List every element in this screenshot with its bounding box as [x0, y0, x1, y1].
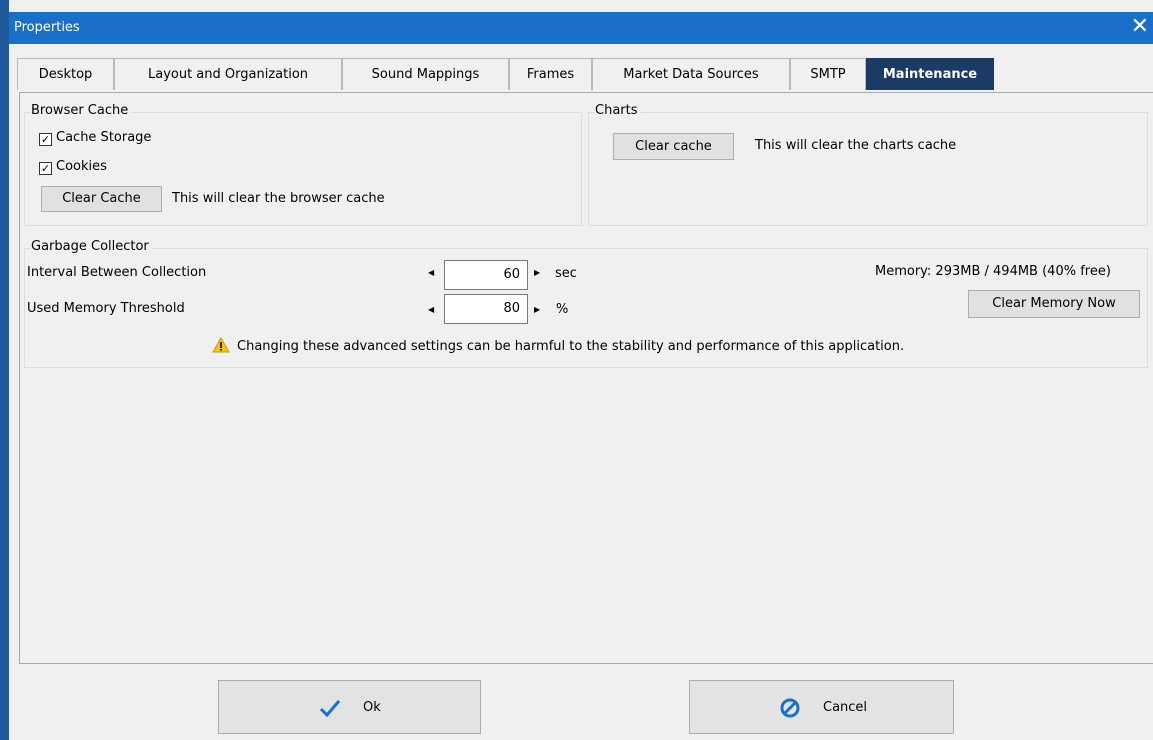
- interval-input[interactable]: 60: [444, 260, 528, 290]
- charts-title: Charts: [595, 103, 641, 118]
- clear-memory-now-button[interactable]: Clear Memory Now: [968, 290, 1140, 318]
- tab-frames[interactable]: Frames: [509, 58, 592, 90]
- title-bar: Properties ✕: [9, 12, 1153, 44]
- warning-text: Changing these advanced settings can be …: [237, 339, 905, 354]
- tab-layout-and-organization[interactable]: Layout and Organization: [114, 58, 342, 90]
- browser-cache-title: Browser Cache: [31, 103, 132, 118]
- tab-sound-mappings[interactable]: Sound Mappings: [342, 58, 509, 90]
- cancel-label: Cancel: [823, 700, 868, 715]
- threshold-unit: %: [556, 302, 569, 317]
- threshold-input[interactable]: 80: [444, 294, 528, 324]
- ok-button[interactable]: Ok: [218, 680, 481, 734]
- interval-unit: sec: [555, 266, 577, 281]
- tab-smtp[interactable]: SMTP: [790, 58, 866, 90]
- cookies-label: Cookies: [56, 159, 107, 174]
- garbage-collector-title: Garbage Collector: [31, 239, 152, 254]
- tab-desktop[interactable]: Desktop: [17, 58, 114, 90]
- tab-market-data-sources[interactable]: Market Data Sources: [592, 58, 790, 90]
- charts-description: This will clear the charts cache: [755, 138, 957, 153]
- cancel-button[interactable]: Cancel: [689, 680, 954, 734]
- memory-status: Memory: 293MB / 494MB (40% free): [875, 264, 1111, 279]
- window-left-edge: [0, 0, 9, 740]
- clear-browser-cache-button[interactable]: Clear Cache: [41, 186, 162, 212]
- interval-decrease-icon[interactable]: ◀: [428, 268, 434, 277]
- ok-label: Ok: [363, 700, 381, 715]
- threshold-label: Used Memory Threshold: [27, 301, 185, 316]
- cache-storage-label: Cache Storage: [56, 130, 152, 145]
- window-title: Properties: [14, 20, 80, 35]
- cancel-icon: [780, 698, 800, 718]
- interval-increase-icon[interactable]: ▶: [534, 268, 540, 277]
- browser-cache-description: This will clear the browser cache: [172, 191, 385, 206]
- clear-charts-cache-button[interactable]: Clear cache: [613, 133, 734, 160]
- checkmark-icon: [319, 700, 341, 718]
- threshold-increase-icon[interactable]: ▶: [534, 305, 540, 314]
- warning-icon: [212, 337, 230, 353]
- tab-maintenance[interactable]: Maintenance: [866, 58, 994, 90]
- interval-label: Interval Between Collection: [27, 265, 207, 280]
- cookies-checkbox[interactable]: ✓: [39, 162, 52, 175]
- close-icon[interactable]: ✕: [1131, 15, 1149, 39]
- charts-group: [588, 112, 1148, 226]
- cache-storage-checkbox[interactable]: ✓: [39, 133, 52, 146]
- threshold-decrease-icon[interactable]: ◀: [428, 305, 434, 314]
